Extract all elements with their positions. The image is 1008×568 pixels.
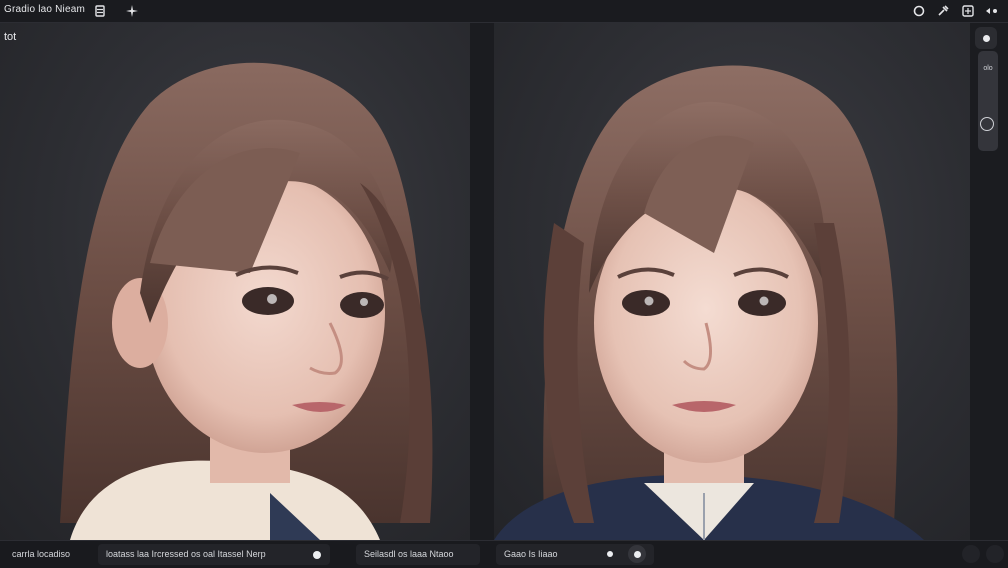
image-panel-right[interactable]	[494, 23, 970, 540]
right-rail: olo	[970, 23, 1008, 540]
status-right: Gaao Is Iiaao	[504, 549, 558, 559]
dial-icon[interactable]	[980, 117, 994, 131]
status-mid: loatass laa Ircressed os oal Itassel Ner…	[106, 549, 266, 559]
list-icon[interactable]	[92, 3, 108, 19]
sparkle-icon[interactable]	[124, 3, 140, 19]
window-icon[interactable]	[960, 3, 976, 19]
circle-icon[interactable]	[911, 3, 927, 19]
small-dot-icon[interactable]	[607, 551, 613, 557]
title-bar: Gradio lao Nieam	[0, 0, 1008, 23]
capture-button[interactable]	[628, 545, 646, 563]
rail-sub-label: olo	[983, 65, 993, 72]
portrait-image-left	[60, 62, 433, 540]
more-icon[interactable]	[984, 3, 1000, 19]
panel-divider[interactable]	[470, 23, 494, 540]
app-title: Gradio lao Nieam	[4, 4, 86, 15]
rail-bottom-button[interactable]	[962, 545, 980, 563]
portrait-image-right	[494, 65, 924, 540]
image-panel-left[interactable]: tot	[0, 23, 470, 540]
panel-label: tot	[4, 31, 17, 43]
record-button[interactable]	[975, 27, 997, 49]
status-mid2: Seilasdl os laaa Ntaoo	[364, 549, 454, 559]
rail-tool-group: olo	[978, 51, 998, 151]
tool-icon[interactable]	[935, 3, 951, 19]
rail-bottom-button-2[interactable]	[986, 545, 1004, 563]
bottom-toolbar: carrla locadiso loatass laa Ircressed os…	[0, 540, 1008, 568]
toggle-dot[interactable]	[313, 551, 321, 559]
status-left: carrla locadiso	[12, 549, 71, 559]
